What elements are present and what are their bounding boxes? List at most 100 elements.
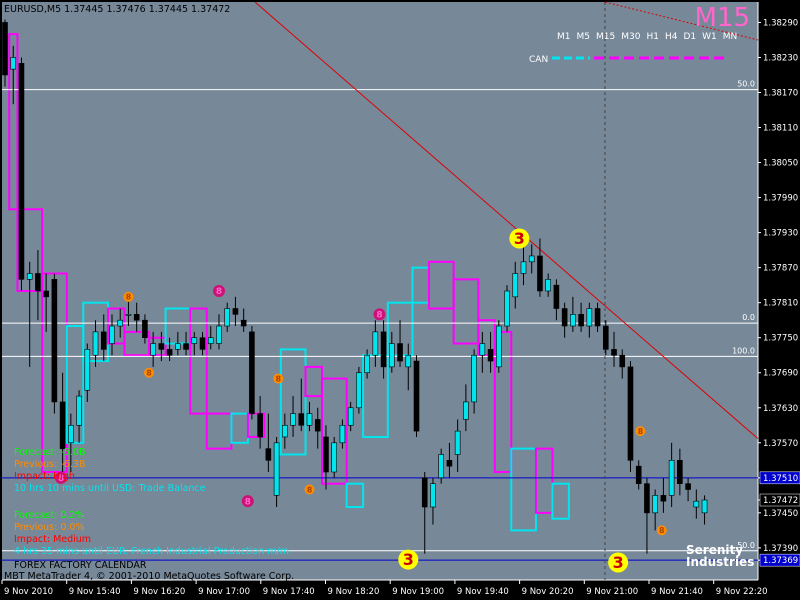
time-tick-label: 9 Nov 19:00 <box>392 587 444 597</box>
candle-bull <box>306 413 313 426</box>
candle-bull <box>430 483 436 508</box>
candle-bear <box>677 460 683 484</box>
candle-bull <box>495 325 502 368</box>
candle-bear <box>43 290 49 298</box>
candle-bull <box>405 354 412 368</box>
candle-bull <box>570 314 576 327</box>
candle-bear <box>421 477 428 508</box>
time-tick-label: 9 Nov 19:40 <box>457 587 509 597</box>
time-tick-label: 9 Nov 15:40 <box>69 587 121 597</box>
timeframe-button[interactable]: M30 <box>621 32 640 42</box>
candle-bear <box>166 349 173 356</box>
candle-bull <box>356 372 362 409</box>
news-forecast: Forecast: 0.2% <box>14 510 85 521</box>
candle-bull <box>216 325 222 344</box>
candle-bull <box>668 460 675 496</box>
candle-bear <box>2 22 8 76</box>
timeframe-button[interactable]: M15 <box>596 32 615 42</box>
time-tick-label: 9 Nov 16:20 <box>133 587 185 597</box>
candle-bull <box>364 354 370 374</box>
candle-bear <box>51 279 58 403</box>
news-previous: Previous: 0.0% <box>14 522 85 533</box>
event-marker-label: 8 <box>376 311 382 321</box>
chart-window: 50.0 0.0 100.0 50.0 3 3 3 8 8 8 8 8 8 8 8 8 8 1.38290 1.38… <box>0 0 800 600</box>
candle-bear <box>232 308 239 315</box>
time-tick-label: 9 Nov 20:20 <box>522 587 574 597</box>
candle-bear <box>578 314 584 327</box>
timeframe-button[interactable]: W1 <box>702 32 717 42</box>
candle-bull <box>463 401 469 420</box>
event-marker-label: 3 <box>403 550 414 569</box>
event-marker-label: 8 <box>275 374 281 383</box>
candle-bear <box>158 343 165 350</box>
candle-bull <box>389 343 395 368</box>
candle-bear <box>635 465 642 484</box>
price-tick-label: 1.37930 <box>763 229 798 239</box>
candle-bear <box>265 448 272 461</box>
candle-bull <box>26 273 33 280</box>
candle-bull <box>372 331 379 356</box>
price-tick-label: 1.38170 <box>763 88 798 98</box>
candle-bull <box>479 343 486 356</box>
candle-bull <box>545 279 551 292</box>
candle-bear <box>100 331 107 350</box>
timeframe-button[interactable]: M1 <box>557 32 571 42</box>
candle-bear <box>397 343 403 362</box>
news-impact: Impact: Medium <box>14 534 92 545</box>
candle-bull <box>84 349 91 391</box>
news-forecast: Forecast: -5.0B <box>14 447 86 458</box>
copyright-text: MBT MetaTrader 4, © 2001-2010 MetaQuotes… <box>4 571 295 582</box>
candle-bear <box>487 349 494 362</box>
level-label: 0.0 <box>742 313 755 322</box>
event-marker-label: 8 <box>245 497 251 507</box>
candle-bear <box>553 284 560 309</box>
candle-bull <box>92 331 99 356</box>
timeframe-button[interactable]: M5 <box>577 32 591 42</box>
candle-bear <box>18 63 25 280</box>
price-tag-label: 1.37510 <box>763 474 798 484</box>
price-tick-label: 1.37990 <box>763 194 798 204</box>
candle-bear <box>627 366 634 461</box>
candle-bull <box>701 499 708 514</box>
candle-bull <box>438 454 444 479</box>
news-countdown: 4 hrs 35 mins until EUR: French Industri… <box>14 546 289 557</box>
timeframe-button[interactable]: H1 <box>646 32 659 42</box>
candle-bear <box>323 436 329 473</box>
event-marker-label: 3 <box>613 553 624 572</box>
candle-bull <box>339 424 346 444</box>
candle-bull <box>652 495 658 514</box>
candle-bear <box>314 419 321 432</box>
candle-bear <box>611 349 617 356</box>
candle-bear <box>298 413 305 426</box>
candle-bear <box>594 308 601 327</box>
timeframe-button[interactable]: MN <box>723 32 738 42</box>
candle-bull <box>207 337 214 344</box>
event-marker-label: 8 <box>307 485 313 494</box>
candle-bull <box>504 290 510 327</box>
time-tick-label: 9 Nov 18:20 <box>328 587 380 597</box>
news-previous: Previous: -6.3B <box>14 459 86 470</box>
candle-bear <box>619 354 626 368</box>
candle-bull <box>76 395 82 426</box>
candle-bull <box>586 308 593 327</box>
candle-bear <box>644 483 650 514</box>
candle-bull <box>454 430 461 455</box>
price-tick-label: 1.38230 <box>763 53 798 63</box>
price-tick-label: 1.37450 <box>763 509 798 519</box>
candle-bull <box>125 314 132 316</box>
timeframe-button[interactable]: D1 <box>683 32 696 42</box>
time-tick-label: 9 Nov 21:00 <box>586 587 638 597</box>
candle-bull <box>150 343 156 356</box>
candle-bull <box>290 413 296 426</box>
candle-bear <box>446 460 453 467</box>
price-tick-label: 1.38050 <box>763 159 798 169</box>
candle-bull <box>693 500 700 508</box>
price-tick-label: 1.37570 <box>763 439 798 449</box>
candle-bear <box>561 308 568 327</box>
chart-canvas[interactable]: 50.00.0100.050.033 388888888881.382901.38… <box>0 0 800 600</box>
candle-bear <box>380 331 387 368</box>
candle-bull <box>528 255 535 263</box>
event-marker-label: 3 <box>514 229 525 248</box>
timeframe-button[interactable]: H4 <box>665 32 678 42</box>
event-marker-label: 8 <box>216 287 222 297</box>
